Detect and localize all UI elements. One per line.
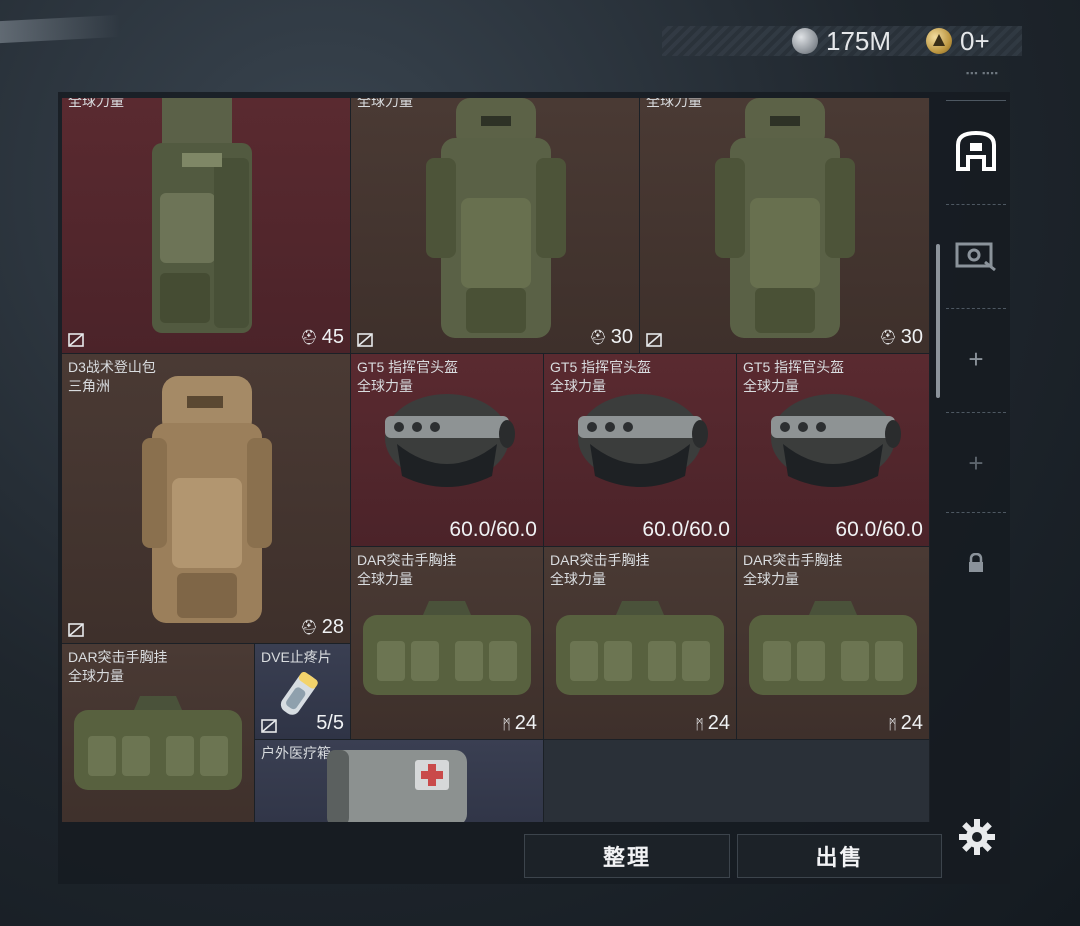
unlocked-icon (68, 623, 84, 637)
item-capacity: ᛗ 24 (213, 820, 248, 822)
tab-add-1[interactable]: + (946, 308, 1006, 409)
tab-locked[interactable] (946, 512, 1006, 613)
gold-amount: 0+ (960, 25, 990, 56)
tab-add-2[interactable]: + (946, 412, 1006, 513)
item-capacity: ⛑ 28 (299, 616, 344, 638)
backpack-image (142, 376, 272, 623)
helmet-image (771, 394, 901, 487)
backpack-image (426, 98, 566, 338)
unlocked-icon (261, 719, 277, 733)
silver-amount: 175M (826, 25, 892, 56)
item-capacity: ᛗ 24 (502, 712, 537, 734)
backpack-image (152, 98, 252, 333)
lock-icon (969, 553, 983, 572)
item-capacity: ᛗ 24 (888, 712, 923, 734)
silver-coin-icon (792, 28, 818, 54)
helmet-icon: ⛑ (878, 329, 897, 345)
backpack-image (715, 98, 855, 338)
item-backpack-3[interactable]: 全球力量 ⛑ 30 (640, 98, 930, 354)
item-capacity: ᛗ 24 (695, 712, 730, 734)
helmet-image (578, 394, 708, 487)
sell-button[interactable]: 出售 (737, 834, 942, 878)
gold-coin-icon (926, 28, 952, 54)
unlocked-icon (357, 333, 373, 347)
item-name: DVE止疼片 (261, 649, 332, 665)
item-name: 户外医疗箱 (261, 745, 331, 761)
item-capacity: ⛑ 30 (588, 326, 633, 348)
vault-icon (955, 242, 996, 272)
item-count: 5/5 (316, 712, 344, 734)
item-brand: 全球力量 (357, 98, 413, 109)
safebox-icon (956, 131, 996, 171)
item-backpack-1[interactable]: 全球力量 ⛑ 45 (62, 98, 351, 354)
item-gt5-helmet-1[interactable]: GT5 指挥官头盔 全球力量 60.0/60.0 (351, 354, 544, 547)
helmet-image (385, 394, 515, 487)
item-capacity: ⛑ 45 (299, 326, 344, 348)
vest-icon: ᛗ (695, 715, 704, 732)
vest-icon: ᛗ (502, 715, 511, 732)
side-container-tabs: + + (946, 100, 1006, 610)
item-name: DAR突击手胸挂 全球力量 (68, 649, 168, 684)
unlocked-icon (68, 333, 84, 347)
gear-icon[interactable] (957, 817, 997, 857)
vest-image (74, 696, 242, 790)
gold-currency: 0+ (926, 25, 990, 56)
medkit-image (327, 750, 467, 822)
helmet-icon: ⛑ (588, 329, 607, 345)
organize-button[interactable]: 整理 (524, 834, 730, 878)
item-capacity: ⛑ 30 (878, 326, 923, 348)
unlocked-icon (646, 333, 662, 347)
item-name: DAR突击手胸挂 全球力量 (743, 552, 843, 587)
faint-version-text: ▪▪▪ ▪▪▪▪ (966, 68, 999, 78)
scrollbar-thumb[interactable] (936, 244, 940, 398)
tab-safebox[interactable] (946, 100, 1006, 201)
item-dar-vest-2[interactable]: DAR突击手胸挂 全球力量 ᛗ 24 (544, 547, 737, 740)
background-light-streak (0, 14, 120, 44)
vest-image (556, 601, 724, 695)
item-name: DAR突击手胸挂 全球力量 (550, 552, 650, 587)
item-dar-vest-1[interactable]: DAR突击手胸挂 全球力量 ᛗ 24 (351, 547, 544, 740)
vest-image (749, 601, 917, 695)
vest-icon: ᛗ (888, 715, 897, 732)
plus-icon: + (968, 447, 984, 478)
item-dar-vest-3[interactable]: DAR突击手胸挂 全球力量 ᛗ 24 (737, 547, 930, 740)
vest-image (363, 601, 531, 695)
item-backpack-2[interactable]: 全球力量 ⛑ 30 (351, 98, 640, 354)
item-brand: 全球力量 (646, 98, 702, 109)
tab-vault[interactable] (946, 204, 1006, 305)
item-durability: 60.0/60.0 (449, 518, 537, 541)
item-dve-painkiller[interactable]: DVE止疼片 5/5 (255, 644, 351, 740)
helmet-icon: ⛑ (299, 619, 318, 635)
item-gt5-helmet-3[interactable]: GT5 指挥官头盔 全球力量 60.0/60.0 (737, 354, 930, 547)
inventory-grid[interactable]: 全球力量 ⛑ 45 全球力量 ⛑ 30 全球力量 ⛑ 30 D3战术登山包 三角… (62, 98, 930, 822)
item-durability: 60.0/60.0 (835, 518, 923, 541)
item-outdoor-medkit[interactable]: 户外医疗箱 350 (255, 740, 544, 822)
empty-slots[interactable] (544, 740, 930, 822)
item-dar-vest-4[interactable]: DAR突击手胸挂 全球力量 ᛗ 24 (62, 644, 255, 822)
item-brand: 全球力量 (68, 98, 124, 109)
item-d3-backpack[interactable]: D3战术登山包 三角洲 ⛑ 28 (62, 354, 351, 644)
item-name: DAR突击手胸挂 全球力量 (357, 552, 457, 587)
silver-currency: 175M (792, 25, 892, 56)
item-gt5-helmet-2[interactable]: GT5 指挥官头盔 全球力量 60.0/60.0 (544, 354, 737, 547)
plus-icon: + (968, 343, 984, 374)
grid-scrollbar[interactable] (934, 98, 942, 822)
currency-bar: 175M 0+ (662, 26, 1022, 56)
helmet-icon: ⛑ (299, 329, 318, 345)
item-durability: 60.0/60.0 (642, 518, 730, 541)
